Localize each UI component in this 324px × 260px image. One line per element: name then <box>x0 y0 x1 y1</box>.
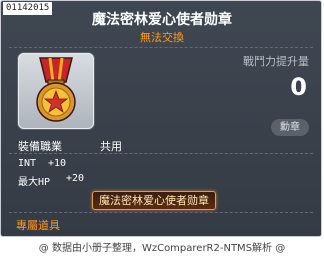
credit-text: @ 数据由小册子整理，WzComparerR2-NTMS解析 @ <box>38 243 286 254</box>
category-badge: 勳章 <box>271 119 309 136</box>
item-tooltip: 01142015 魔法密林爱心使者勋章 無法交換 戰鬥力提升量 0 勳章 裝備職… <box>0 0 322 237</box>
medal-icon <box>36 57 76 122</box>
power-value: 0 <box>290 73 307 101</box>
stat-row: 最大HP +20 <box>18 173 84 188</box>
job-label: 裝備職業 <box>18 140 62 153</box>
stat-value: +10 <box>48 158 67 169</box>
item-icon-frame <box>18 53 94 129</box>
set-name-plate: 魔法密林爱心使者勋章 <box>92 191 216 210</box>
divider <box>9 47 313 48</box>
divider <box>9 212 313 213</box>
job-value: 共用 <box>100 140 122 153</box>
unique-label: 專屬道具 <box>16 219 60 232</box>
item-name: 魔法密林爱心使者勋章 <box>92 12 232 28</box>
stat-name: INT <box>18 158 37 169</box>
stat-value: +20 <box>66 173 85 184</box>
trade-status: 無法交換 <box>140 31 184 44</box>
power-label: 戰鬥力提升量 <box>243 55 309 68</box>
divider <box>9 153 313 154</box>
stat-row: INT +10 <box>18 158 66 169</box>
stat-name: 最大HP <box>18 177 51 188</box>
